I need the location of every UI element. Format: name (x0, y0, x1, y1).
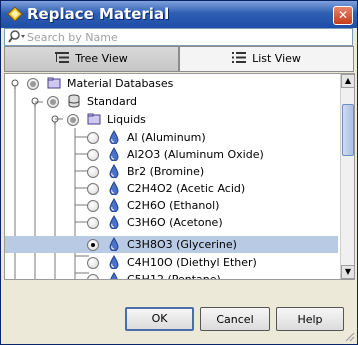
tree-row-label: Al (Aluminum) (127, 131, 206, 144)
tree-row-material[interactable]: Al2O3 (Aluminum Oxide) (5, 146, 338, 163)
help-button[interactable]: Help (276, 307, 344, 331)
liquid-drop-icon (109, 255, 119, 269)
tree-row-label: Br2 (Bromine) (127, 165, 205, 178)
tree-radio[interactable] (87, 217, 99, 229)
liquid-drop-icon (109, 215, 119, 229)
tree-row-material[interactable]: Al (Aluminum) (5, 129, 338, 146)
tree-radio[interactable] (87, 149, 99, 161)
tree-radio[interactable] (47, 96, 59, 108)
tree-row-label: Al2O3 (Aluminum Oxide) (127, 148, 264, 161)
tree-row-material-databases[interactable]: Material Databases (5, 75, 338, 92)
tree-row-label: Material Databases (67, 77, 174, 90)
tree-row-label: C3H6O (Acetone) (127, 216, 223, 229)
ok-button[interactable]: OK (125, 307, 194, 331)
scrollbar-thumb[interactable] (342, 104, 354, 156)
tree-view-icon (55, 52, 70, 63)
database-icon (68, 94, 80, 108)
tree-row-standard[interactable]: Standard (5, 93, 338, 110)
search-icon (8, 30, 25, 43)
tree-row-material[interactable]: C5H12 (Pentane) (5, 271, 338, 280)
scroll-up-button[interactable]: ▲ (341, 74, 354, 88)
liquid-drop-icon (109, 164, 119, 178)
replace-material-dialog: Replace Material ✕ Tree View List View (0, 0, 358, 345)
tab-list-view-label: List View (252, 52, 301, 65)
tree-row-material[interactable]: Br2 (Bromine) (5, 163, 338, 180)
tree-radio[interactable] (87, 274, 99, 279)
tree-row-material[interactable]: C3H6O (Acetone) (5, 214, 338, 231)
liquid-drop-icon (109, 147, 119, 161)
material-tree[interactable]: Material Databases Standard Liquids Al (… (4, 73, 355, 280)
tree-radio[interactable] (27, 78, 39, 90)
tree-row-material[interactable]: C2H4O2 (Acetic Acid) (5, 180, 338, 197)
tree-radio[interactable] (87, 200, 99, 212)
tree-row-liquids[interactable]: Liquids (5, 111, 338, 128)
tab-tree-view[interactable]: Tree View (4, 46, 179, 72)
view-tabs: Tree View List View (4, 46, 354, 72)
search-box[interactable] (4, 28, 353, 46)
cancel-button[interactable]: Cancel (200, 307, 270, 331)
window-title: Replace Material (27, 5, 170, 23)
tree-row-label: C5H12 (Pentane) (127, 273, 221, 280)
title-bar[interactable]: Replace Material ✕ (1, 1, 357, 28)
search-input[interactable] (27, 29, 347, 45)
tree-radio[interactable] (87, 183, 99, 195)
list-view-icon (232, 52, 247, 63)
tree-radio[interactable] (87, 166, 99, 178)
app-diamond-icon (7, 6, 23, 22)
tab-tree-view-label: Tree View (75, 52, 128, 65)
liquid-drop-icon (109, 198, 119, 212)
tree-row-material[interactable]: C2H6O (Ethanol) (5, 197, 338, 214)
tree-row-label: Standard (87, 95, 138, 108)
expand-toggle-icon[interactable] (10, 79, 20, 89)
liquid-drop-icon (109, 181, 119, 195)
scroll-down-button[interactable]: ▼ (341, 265, 354, 279)
resize-grip-icon[interactable] (345, 332, 355, 342)
tree-row-label: C4H10O (Diethyl Ether) (127, 256, 257, 269)
expand-toggle-icon[interactable] (30, 97, 40, 107)
tree-row-label: C2H6O (Ethanol) (127, 199, 220, 212)
tree-row-material-selected[interactable]: C3H8O3 (Glycerine) (5, 236, 338, 253)
liquid-drop-icon (109, 237, 119, 251)
tree-row-label: Liquids (107, 113, 146, 126)
tree-radio[interactable] (67, 114, 79, 126)
tree-radio[interactable] (87, 239, 99, 251)
tab-list-view[interactable]: List View (179, 46, 354, 72)
tree-radio[interactable] (87, 257, 99, 269)
close-button[interactable]: ✕ (333, 6, 353, 25)
tree-row-material[interactable]: C4H10O (Diethyl Ether) (5, 254, 338, 271)
expand-toggle-icon[interactable] (50, 115, 60, 125)
liquid-drop-icon (110, 272, 118, 279)
tree-row-label: C3H8O3 (Glycerine) (127, 238, 237, 251)
folder-icon (87, 113, 101, 125)
vertical-scrollbar[interactable]: ▲ ▼ (340, 74, 354, 279)
liquid-drop-icon (109, 130, 119, 144)
tree-row-label: C2H4O2 (Acetic Acid) (127, 182, 246, 195)
folder-icon (47, 77, 61, 89)
tree-radio[interactable] (87, 132, 99, 144)
